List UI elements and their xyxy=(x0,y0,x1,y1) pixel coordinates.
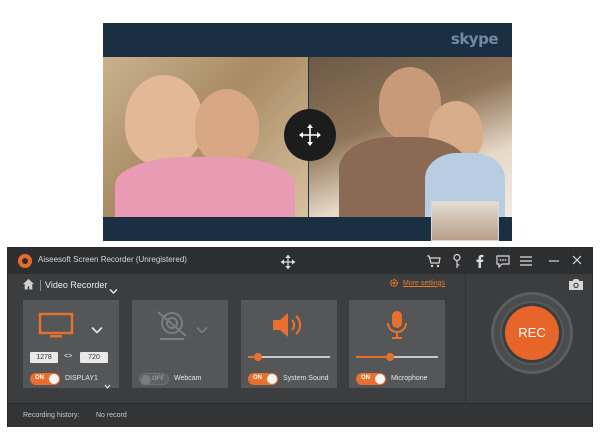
microphone-label: Microphone xyxy=(391,375,428,382)
key-icon[interactable] xyxy=(449,253,465,269)
rec-label: REC xyxy=(518,325,546,340)
app-logo-icon xyxy=(18,254,32,268)
camera-icon[interactable] xyxy=(568,278,584,296)
skype-video-call: skype xyxy=(103,23,512,241)
record-panel: REC xyxy=(465,274,593,403)
system-sound-label: System Sound xyxy=(283,375,329,382)
close-icon[interactable] xyxy=(570,253,584,267)
webcam-toggle[interactable]: OFF xyxy=(139,373,169,385)
move-arrows-icon xyxy=(280,254,296,270)
breadcrumb-divider xyxy=(40,280,41,291)
window-controls xyxy=(547,253,584,267)
more-settings-link[interactable]: More settings xyxy=(389,278,445,288)
microphone-card: ON Microphone xyxy=(349,300,445,388)
aspect-link-icon[interactable]: <> xyxy=(64,353,72,360)
minimize-icon[interactable] xyxy=(547,253,561,267)
source-panel: Video Recorder More settings 1278 <> 720… xyxy=(8,274,464,403)
display-toggle[interactable]: ON xyxy=(30,373,60,385)
monitor-icon[interactable] xyxy=(38,312,74,345)
person-figure xyxy=(195,89,259,163)
gear-icon xyxy=(389,278,399,288)
more-settings-label: More settings xyxy=(403,279,446,287)
screen-recorder-window: Aiseesoft Screen Recorder (Unregistered) xyxy=(7,247,593,427)
recording-history-label[interactable]: Recording history: xyxy=(23,412,79,419)
status-bar: Recording history: No record xyxy=(8,403,592,427)
window-move-handle[interactable] xyxy=(280,254,296,275)
home-icon[interactable] xyxy=(22,278,35,296)
move-handle[interactable] xyxy=(284,109,336,161)
webcam-label: Webcam xyxy=(174,375,202,382)
webcam-disabled-icon[interactable] xyxy=(154,310,190,347)
display-card: 1278 <> 720 ON DISPLAY1 xyxy=(23,300,119,389)
slider-handle[interactable] xyxy=(386,353,395,361)
width-input[interactable]: 1278 xyxy=(30,352,58,363)
webcam-card: OFF Webcam xyxy=(132,300,228,388)
app-title: Aiseesoft Screen Recorder (Unregistered) xyxy=(38,255,187,264)
system-sound-slider[interactable] xyxy=(248,353,330,361)
microphone-slider[interactable] xyxy=(356,353,438,361)
chat-icon[interactable] xyxy=(495,253,511,269)
sub-header: Video Recorder More settings xyxy=(8,274,464,296)
chevron-down-icon[interactable] xyxy=(196,321,208,339)
title-bar-icons xyxy=(426,253,534,269)
height-input[interactable]: 720 xyxy=(80,352,108,363)
skype-logo: skype xyxy=(450,30,499,48)
speaker-icon[interactable] xyxy=(271,310,307,345)
menu-icon[interactable] xyxy=(518,253,534,269)
slider-handle[interactable] xyxy=(253,353,262,361)
chevron-down-icon[interactable] xyxy=(104,376,111,394)
microphone-toggle[interactable]: ON xyxy=(356,373,386,385)
rec-button[interactable]: REC xyxy=(505,306,559,360)
cart-icon[interactable] xyxy=(426,253,442,269)
chevron-down-icon[interactable] xyxy=(109,282,118,300)
microphone-icon[interactable] xyxy=(385,309,409,346)
system-sound-card: ON System Sound xyxy=(241,300,337,388)
chevron-down-icon[interactable] xyxy=(91,321,103,339)
person-figure xyxy=(125,75,203,165)
stage: skype Aiseesoft Screen Recorder (Unregis… xyxy=(0,0,600,445)
title-bar: Aiseesoft Screen Recorder (Unregistered) xyxy=(8,248,592,274)
self-view-thumbnail xyxy=(431,201,499,241)
system-sound-toggle[interactable]: ON xyxy=(248,373,278,385)
recording-history-value: No record xyxy=(96,412,127,419)
display-select[interactable]: DISPLAY1 xyxy=(65,375,98,382)
video-feed-right xyxy=(309,57,512,217)
facebook-icon[interactable] xyxy=(472,253,488,269)
skype-top-bar: skype xyxy=(103,23,512,57)
recorder-mode-dropdown[interactable]: Video Recorder xyxy=(45,280,107,290)
video-feed-left xyxy=(103,57,308,227)
rec-button-ring: REC xyxy=(491,292,573,374)
move-arrows-icon xyxy=(299,124,321,146)
